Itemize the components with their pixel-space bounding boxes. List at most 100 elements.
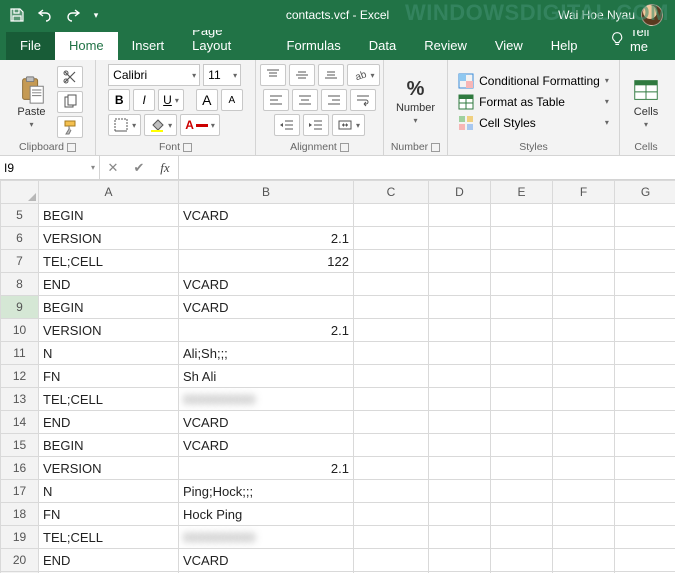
row-header[interactable]: 12 xyxy=(1,365,39,388)
cell[interactable] xyxy=(354,250,429,273)
cell[interactable] xyxy=(615,434,675,457)
cell[interactable]: END xyxy=(39,549,179,572)
cell[interactable] xyxy=(553,503,615,526)
cell[interactable]: Sh Ali xyxy=(179,365,354,388)
font-name-select[interactable]: Calibri xyxy=(108,64,200,86)
row-header[interactable]: 19 xyxy=(1,526,39,549)
cell[interactable] xyxy=(553,549,615,572)
align-top-button[interactable] xyxy=(260,64,286,86)
align-bottom-button[interactable] xyxy=(318,64,344,86)
cell[interactable] xyxy=(429,342,491,365)
tab-home[interactable]: Home xyxy=(55,32,118,60)
grow-font-button[interactable]: A xyxy=(196,89,218,111)
clipboard-dialog-launcher[interactable] xyxy=(67,143,76,152)
cell[interactable] xyxy=(429,434,491,457)
cell[interactable] xyxy=(615,503,675,526)
wrap-text-button[interactable] xyxy=(350,89,376,111)
cell[interactable] xyxy=(429,503,491,526)
cell[interactable]: N xyxy=(39,480,179,503)
cell[interactable]: 0000000000 xyxy=(179,526,354,549)
cell[interactable]: TEL;CELL xyxy=(39,526,179,549)
row-header[interactable]: 11 xyxy=(1,342,39,365)
column-header-B[interactable]: B xyxy=(179,181,354,204)
cell[interactable] xyxy=(491,227,553,250)
cell[interactable]: TEL;CELL xyxy=(39,250,179,273)
row-header[interactable]: 13 xyxy=(1,388,39,411)
cell[interactable] xyxy=(354,342,429,365)
cells-button[interactable]: Cells ▾ xyxy=(627,73,665,131)
cell[interactable]: Ali;Sh;;; xyxy=(179,342,354,365)
cell[interactable] xyxy=(354,434,429,457)
cell[interactable]: 122 xyxy=(179,250,354,273)
cell[interactable] xyxy=(429,480,491,503)
cell[interactable] xyxy=(429,296,491,319)
cell[interactable] xyxy=(553,480,615,503)
cell[interactable]: 2.1 xyxy=(179,457,354,480)
increase-indent-button[interactable] xyxy=(303,114,329,136)
qat-customize-button[interactable]: ▾ xyxy=(88,2,104,28)
decrease-indent-button[interactable] xyxy=(274,114,300,136)
cell[interactable] xyxy=(615,388,675,411)
font-color-button[interactable]: A xyxy=(180,114,220,136)
cell[interactable] xyxy=(429,388,491,411)
row-header[interactable]: 7 xyxy=(1,250,39,273)
name-box[interactable]: I9 xyxy=(0,156,100,179)
cell[interactable]: BEGIN xyxy=(39,296,179,319)
cancel-formula-button[interactable]: ✕ xyxy=(100,160,126,176)
enter-formula-button[interactable]: ✔ xyxy=(126,160,152,176)
row-header[interactable]: 6 xyxy=(1,227,39,250)
cell[interactable] xyxy=(429,411,491,434)
cell[interactable] xyxy=(429,250,491,273)
format-painter-button[interactable] xyxy=(57,116,83,138)
cell[interactable]: VCARD xyxy=(179,273,354,296)
cell[interactable] xyxy=(429,319,491,342)
cell[interactable] xyxy=(553,342,615,365)
cell[interactable]: Ping;Hock;;; xyxy=(179,480,354,503)
cell[interactable]: 0000000000 xyxy=(179,388,354,411)
align-middle-button[interactable] xyxy=(289,64,315,86)
cell[interactable] xyxy=(615,526,675,549)
insert-function-button[interactable]: fx xyxy=(152,160,178,176)
tab-view[interactable]: View xyxy=(481,32,537,60)
cell[interactable] xyxy=(553,365,615,388)
row-header[interactable]: 10 xyxy=(1,319,39,342)
column-header-A[interactable]: A xyxy=(39,181,179,204)
cell[interactable] xyxy=(615,549,675,572)
cell[interactable] xyxy=(354,503,429,526)
cell[interactable] xyxy=(354,480,429,503)
select-all-button[interactable] xyxy=(1,181,39,204)
cell[interactable]: VERSION xyxy=(39,319,179,342)
cell[interactable]: VERSION xyxy=(39,457,179,480)
bold-button[interactable]: B xyxy=(108,89,130,111)
align-left-button[interactable] xyxy=(263,89,289,111)
column-header-F[interactable]: F xyxy=(553,181,615,204)
cell[interactable] xyxy=(615,273,675,296)
cell[interactable] xyxy=(553,204,615,227)
cell[interactable] xyxy=(553,526,615,549)
cell[interactable]: BEGIN xyxy=(39,204,179,227)
borders-button[interactable] xyxy=(108,114,141,136)
merge-center-button[interactable] xyxy=(332,114,365,136)
cell[interactable] xyxy=(615,365,675,388)
cell[interactable] xyxy=(429,526,491,549)
copy-button[interactable] xyxy=(57,91,83,113)
cell[interactable] xyxy=(615,342,675,365)
cell[interactable]: 2.1 xyxy=(179,227,354,250)
cell[interactable]: END xyxy=(39,411,179,434)
cell[interactable] xyxy=(354,549,429,572)
cell[interactable] xyxy=(491,411,553,434)
column-header-G[interactable]: G xyxy=(615,181,675,204)
cell[interactable]: VCARD xyxy=(179,549,354,572)
cell[interactable] xyxy=(491,204,553,227)
number-format-button[interactable]: % Number ▾ xyxy=(392,76,439,127)
align-center-button[interactable] xyxy=(292,89,318,111)
cell[interactable] xyxy=(354,526,429,549)
cell-styles-button[interactable]: Cell Styles▾ xyxy=(456,114,611,132)
cell[interactable] xyxy=(429,227,491,250)
cell[interactable] xyxy=(553,250,615,273)
cell[interactable] xyxy=(491,250,553,273)
cell[interactable] xyxy=(553,388,615,411)
cell[interactable] xyxy=(354,204,429,227)
cell[interactable] xyxy=(615,319,675,342)
column-header-E[interactable]: E xyxy=(491,181,553,204)
